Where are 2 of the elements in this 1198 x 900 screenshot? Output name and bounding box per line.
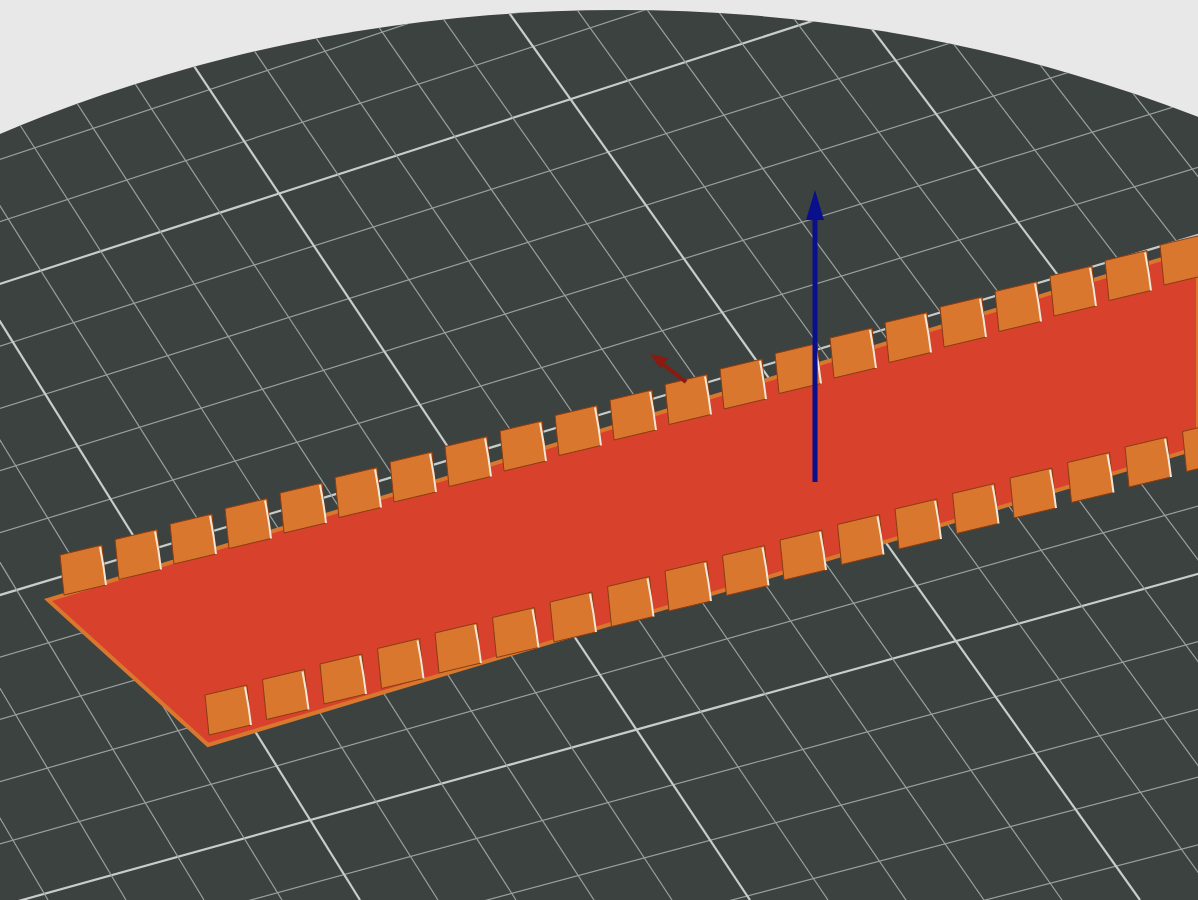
x-axis-arrow-icon xyxy=(650,354,688,384)
z-axis-arrow-icon xyxy=(806,190,824,482)
